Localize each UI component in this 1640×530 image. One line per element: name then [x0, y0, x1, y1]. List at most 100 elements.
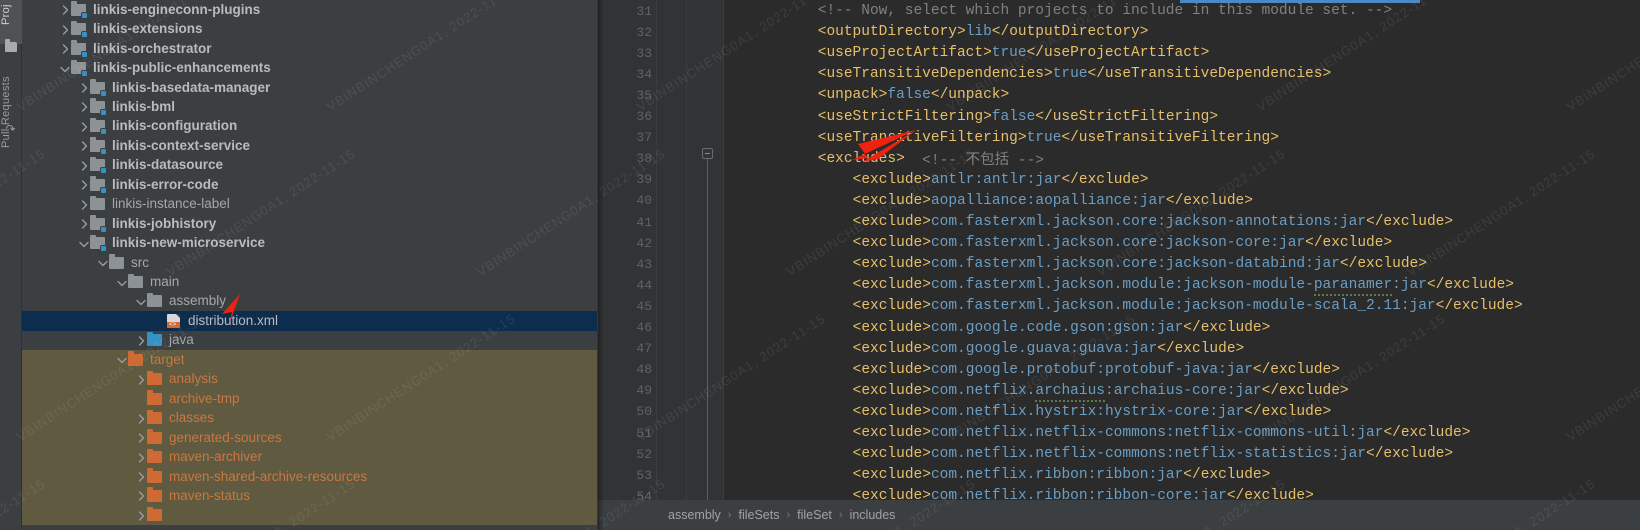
- chevron-down-icon[interactable]: [60, 64, 71, 75]
- chevron-right-icon[interactable]: [136, 491, 147, 502]
- breadcrumb-item-filesets[interactable]: fileSets: [738, 508, 779, 522]
- chevron-right-icon[interactable]: [79, 180, 90, 191]
- chevron-right-icon[interactable]: [79, 200, 90, 211]
- tree-item-blank[interactable]: [22, 506, 598, 525]
- chevron-right-icon[interactable]: [60, 25, 71, 36]
- tree-item-linkis-datasource[interactable]: linkis-datasource: [22, 156, 598, 175]
- tree-item-linkis-instance-label[interactable]: linkis-instance-label: [22, 195, 598, 214]
- chevron-right-icon[interactable]: [77, 120, 90, 133]
- tree-item-distribution-xml[interactable]: <>distribution.xml: [22, 311, 598, 330]
- tree-item-linkis-context-service[interactable]: linkis-context-service: [22, 136, 598, 155]
- chevron-down-icon[interactable]: [115, 353, 128, 366]
- tree-item-maven-shared-archive-resources[interactable]: maven-shared-archive-resources: [22, 467, 598, 486]
- chevron-down-icon[interactable]: [136, 297, 147, 308]
- chevron-right-icon[interactable]: [79, 102, 90, 113]
- chevron-right-icon[interactable]: [134, 489, 147, 502]
- code-fold-toggle-icon[interactable]: [702, 148, 713, 159]
- code-line-53[interactable]: <exclude>com.netflix.ribbon:ribbon:jar</…: [853, 465, 1271, 486]
- breadcrumb[interactable]: assembly›fileSets›fileSet›includes: [598, 500, 1640, 530]
- chevron-right-icon[interactable]: [136, 414, 147, 425]
- code-line-49[interactable]: <exclude>com.netflix.archaius:archaius-c…: [853, 380, 1349, 401]
- chevron-down-icon[interactable]: [117, 355, 128, 366]
- chevron-right-icon[interactable]: [77, 100, 90, 113]
- chevron-right-icon[interactable]: [77, 159, 90, 172]
- tree-item-linkis-bml[interactable]: linkis-bml: [22, 97, 598, 116]
- editor-code-area[interactable]: <!-- Now, select which projects to inclu…: [724, 0, 1640, 500]
- chevron-right-icon[interactable]: [136, 336, 147, 347]
- chevron-right-icon[interactable]: [134, 470, 147, 483]
- code-line-52[interactable]: <exclude>com.netflix.netflix-commons:net…: [853, 444, 1453, 465]
- code-line-40[interactable]: <exclude>aopalliance:aopalliance:jar</ex…: [853, 190, 1253, 211]
- code-line-43[interactable]: <exclude>com.fasterxml.jackson.core:jack…: [853, 254, 1427, 275]
- chevron-right-icon[interactable]: [77, 178, 90, 191]
- chevron-down-icon[interactable]: [115, 276, 128, 289]
- chevron-right-icon[interactable]: [77, 81, 90, 94]
- code-line-39[interactable]: <exclude>antlr:antlr:jar</exclude>: [853, 169, 1149, 190]
- chevron-right-icon[interactable]: [134, 509, 147, 522]
- code-line-47[interactable]: <exclude>com.google.guava:guava:jar</exc…: [853, 338, 1245, 359]
- tree-item-assembly[interactable]: assembly: [22, 292, 598, 311]
- code-line-32[interactable]: <outputDirectory>lib</outputDirectory>: [818, 22, 1149, 43]
- tree-item-linkis-configuration[interactable]: linkis-configuration: [22, 117, 598, 136]
- tool-button-project[interactable]: Proj: [0, 0, 22, 44]
- breadcrumb-item-fileset[interactable]: fileSet: [797, 508, 832, 522]
- code-line-38[interactable]: <excludes> <!-- 不包括 -->: [818, 148, 1044, 169]
- code-line-42[interactable]: <exclude>com.fasterxml.jackson.core:jack…: [853, 233, 1393, 254]
- tree-item-classes[interactable]: classes: [22, 408, 598, 427]
- chevron-down-icon[interactable]: [79, 239, 90, 250]
- tree-item-src[interactable]: src: [22, 253, 598, 272]
- tree-item-maven-status[interactable]: maven-status: [22, 486, 598, 505]
- code-line-33[interactable]: <useProjectArtifact>true</useProjectArti…: [818, 43, 1210, 64]
- chevron-down-icon[interactable]: [58, 62, 71, 75]
- tree-item-java[interactable]: java: [22, 331, 598, 350]
- chevron-right-icon[interactable]: [60, 44, 71, 55]
- code-line-35[interactable]: <unpack>false</unpack>: [818, 85, 1009, 106]
- chevron-right-icon[interactable]: [60, 5, 71, 16]
- chevron-right-icon[interactable]: [134, 412, 147, 425]
- code-line-46[interactable]: <exclude>com.google.code.gson:gson:jar</…: [853, 317, 1271, 338]
- tree-item-linkis-basedata-manager[interactable]: linkis-basedata-manager: [22, 78, 598, 97]
- chevron-right-icon[interactable]: [58, 23, 71, 36]
- code-line-44[interactable]: <exclude>com.fasterxml.jackson.module:ja…: [853, 275, 1514, 296]
- code-line-34[interactable]: <useTransitiveDependencies>true</useTran…: [818, 64, 1331, 85]
- chevron-right-icon[interactable]: [79, 219, 90, 230]
- chevron-right-icon[interactable]: [134, 431, 147, 444]
- breadcrumb-item-includes[interactable]: includes: [850, 508, 896, 522]
- code-line-36[interactable]: <useStrictFiltering>false</useStrictFilt…: [818, 106, 1218, 127]
- code-editor[interactable]: <!-- Now, select which projects to inclu…: [598, 0, 1640, 530]
- code-line-31[interactable]: <!-- Now, select which projects to inclu…: [818, 1, 1392, 22]
- chevron-right-icon[interactable]: [79, 141, 90, 152]
- tree-item-linkis-public-enhancements[interactable]: linkis-public-enhancements: [22, 58, 598, 77]
- tree-item-linkis-orchestrator[interactable]: linkis-orchestrator: [22, 39, 598, 58]
- chevron-right-icon[interactable]: [79, 122, 90, 133]
- chevron-right-icon[interactable]: [79, 83, 90, 94]
- tree-item-linkis-jobhistory[interactable]: linkis-jobhistory: [22, 214, 598, 233]
- chevron-right-icon[interactable]: [77, 217, 90, 230]
- tree-item-target[interactable]: target: [22, 350, 598, 369]
- chevron-right-icon[interactable]: [134, 373, 147, 386]
- tree-item-linkis-extensions[interactable]: linkis-extensions: [22, 19, 598, 38]
- chevron-down-icon[interactable]: [77, 237, 90, 250]
- code-line-51[interactable]: <exclude>com.netflix.netflix-commons:net…: [853, 423, 1471, 444]
- project-tree-panel[interactable]: linkis-engineconn-pluginslinkis-extensio…: [22, 0, 598, 530]
- tree-item-maven-archiver[interactable]: maven-archiver: [22, 447, 598, 466]
- chevron-down-icon[interactable]: [134, 295, 147, 308]
- tree-item-analysis[interactable]: analysis: [22, 370, 598, 389]
- chevron-right-icon[interactable]: [58, 42, 71, 55]
- breadcrumb-item-assembly[interactable]: assembly: [668, 508, 721, 522]
- tree-item-archive-tmp[interactable]: archive-tmp: [22, 389, 598, 408]
- chevron-right-icon[interactable]: [58, 3, 71, 16]
- tree-item-linkis-new-microservice[interactable]: linkis-new-microservice: [22, 233, 598, 252]
- chevron-right-icon[interactable]: [134, 334, 147, 347]
- code-line-50[interactable]: <exclude>com.netflix.hystrix:hystrix-cor…: [853, 401, 1332, 422]
- tree-item-main[interactable]: main: [22, 272, 598, 291]
- code-line-48[interactable]: <exclude>com.google.protobuf:protobuf-ja…: [853, 359, 1340, 380]
- chevron-right-icon[interactable]: [77, 139, 90, 152]
- chevron-right-icon[interactable]: [136, 453, 147, 464]
- chevron-right-icon[interactable]: [134, 451, 147, 464]
- tool-button-pull-requests[interactable]: Pull Requests: [0, 58, 22, 166]
- chevron-right-icon[interactable]: [136, 472, 147, 483]
- code-line-45[interactable]: <exclude>com.fasterxml.jackson.module:ja…: [853, 296, 1523, 317]
- tree-item-linkis-error-code[interactable]: linkis-error-code: [22, 175, 598, 194]
- chevron-right-icon[interactable]: [79, 161, 90, 172]
